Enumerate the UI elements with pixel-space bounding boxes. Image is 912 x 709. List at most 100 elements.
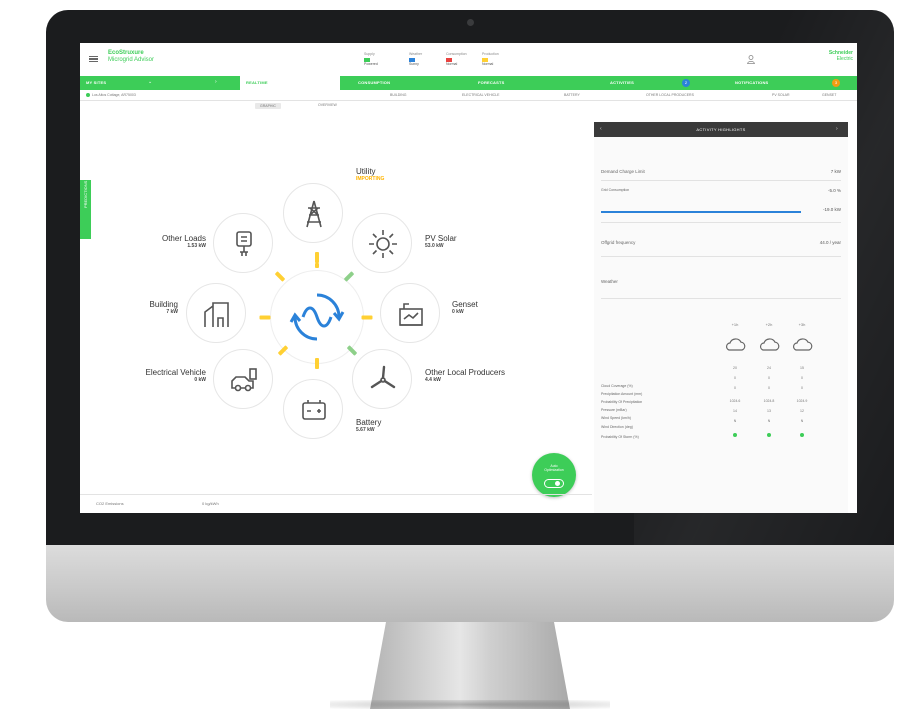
genset-icon [399, 303, 423, 326]
wind-turbine-icon [370, 365, 396, 389]
weather-row-label: Cloud Coverage (%) [601, 384, 633, 388]
weather-cell: 20 [733, 366, 737, 370]
panel-title: ACTIVITY HIGHLIGHTS [696, 127, 746, 132]
stand-shadow [330, 700, 610, 709]
building-icon [204, 302, 229, 327]
battery-label: Battery 5.67 kW [356, 418, 381, 433]
weather-row-label: Precipitation Amount (mm) [601, 392, 643, 396]
weather-row-label: Pressure (mBar) [601, 408, 627, 412]
genset-value: 0 kW [452, 309, 464, 315]
subnav-genset[interactable]: GENSET [822, 93, 836, 97]
other-producers-name: Other Local Producers [425, 368, 506, 377]
footer: CO2 Emissions 0 kg/kWh [80, 494, 592, 513]
demand-charge-row: Demand Charge Limit 7 kW [601, 169, 841, 174]
nav-activities[interactable]: ACTIVITIES [610, 80, 634, 85]
other-producers-node[interactable] [352, 349, 412, 409]
storm-indicator [800, 433, 804, 437]
weather-title-label: Weather [601, 279, 618, 284]
grid-consumption-bar [601, 211, 801, 213]
grid-consumption-value: -5.0 % [827, 188, 841, 193]
building-label: Building 7 kW [120, 300, 178, 315]
flow-utility-2 [315, 263, 319, 268]
flow-building [259, 315, 271, 320]
subnav-pv-solar[interactable]: PV SOLAR [772, 93, 790, 97]
other-producers-label: Other Local Producers 4.4 kW [425, 368, 505, 383]
hour-1: +1h [731, 322, 739, 327]
ev-name: Electrical Vehicle [145, 368, 206, 377]
flow-other-loads [274, 271, 286, 282]
energy-flow-wheel: Utility IMPORTING PV Solar 53.0 kW Gense… [80, 43, 600, 513]
weather-row-label: Wind Speed (km/h) [601, 416, 631, 420]
weather-cell: 13 [767, 409, 771, 413]
utility-tower-icon [306, 200, 322, 228]
battery-icon [302, 400, 326, 420]
demand-charge-label: Demand Charge Limit [601, 169, 645, 174]
genset-node[interactable] [380, 283, 440, 343]
flow-battery [315, 358, 319, 369]
nav-notifications[interactable]: NOTIFICATIONS [735, 80, 768, 85]
other-loads-name: Other Loads [161, 234, 206, 243]
weather-cell: 0 [734, 386, 736, 390]
grid-consumption-row: Grid Consumption -5.0 % [601, 188, 841, 193]
building-name: Building [149, 300, 178, 309]
weather-row-label: Wind Direction (deg) [601, 425, 633, 429]
offgrid-value: 44.0 / year [819, 240, 841, 245]
cloud-icon [725, 338, 746, 351]
hour-2: +2h [765, 322, 773, 327]
weather-cell: N [733, 419, 737, 423]
co2-label: CO2 Emissions [96, 501, 124, 506]
genset-name: Genset [452, 300, 478, 309]
weather-cell: 0 [768, 386, 770, 390]
app-screen: EcoStruxure Microgrid Advisor Supply Pow… [80, 43, 857, 513]
weather-cell: N [767, 419, 771, 423]
battery-value: 5.67 kW [356, 427, 375, 433]
other-loads-node[interactable] [213, 213, 273, 273]
weather-cell: 1024.6 [729, 399, 741, 403]
schneider-logo: Schneider Electric [813, 50, 853, 62]
pv-solar-label: PV Solar 53.0 kW [425, 234, 457, 249]
activities-badge: 2 [682, 79, 690, 87]
divider [601, 256, 841, 257]
plug-icon [236, 231, 252, 256]
pv-solar-value: 53.0 kW [425, 243, 444, 249]
fab-line2: Optimization [544, 468, 564, 472]
weather-title: Weather [601, 279, 841, 284]
divider [601, 298, 841, 299]
utility-name: Utility [356, 167, 376, 176]
weather-cell: 24 [767, 366, 771, 370]
camera [467, 19, 474, 26]
flow-other-producers [346, 345, 358, 356]
other-producers-value: 4.4 kW [425, 377, 441, 383]
user-icon[interactable] [747, 55, 755, 64]
auto-optimization-button[interactable]: Auto Optimization [532, 453, 576, 497]
storm-indicator [767, 433, 771, 437]
monitor-stand [370, 622, 570, 709]
utility-node[interactable] [283, 183, 343, 243]
fab-label: Auto Optimization [532, 464, 576, 472]
cloud-icon [759, 338, 780, 351]
ev-value: 0 kW [194, 377, 206, 383]
weather-cell: 14 [733, 409, 737, 413]
logo-line2: Electric [836, 55, 853, 62]
optimization-toggle[interactable] [544, 479, 564, 488]
pv-solar-name: PV Solar [425, 234, 457, 243]
notifications-badge: 3 [832, 79, 840, 87]
pv-solar-node[interactable] [352, 213, 412, 273]
building-value: 7 kW [166, 309, 178, 315]
battery-node[interactable] [283, 379, 343, 439]
building-node[interactable] [186, 283, 246, 343]
other-loads-value: 1.53 kW [187, 243, 206, 249]
subnav-other-local[interactable]: OTHER LOCAL PRODUCERS [646, 93, 694, 97]
weather-cell: 1024.8 [763, 399, 775, 403]
weather-cell: 0 [801, 376, 803, 380]
demand-charge-value: 7 kW [830, 169, 841, 174]
divider [601, 222, 841, 223]
weather-cell: N [800, 419, 804, 423]
utility-label: Utility IMPORTING [356, 167, 384, 182]
grid-sync-icon[interactable] [285, 285, 349, 349]
genset-label: Genset 0 kW [452, 300, 478, 315]
chevron-right-icon[interactable]: › [836, 126, 838, 132]
ev-charger-icon [231, 368, 257, 392]
offgrid-label: Offgrid frequency [601, 240, 636, 245]
ev-node[interactable] [213, 349, 273, 409]
